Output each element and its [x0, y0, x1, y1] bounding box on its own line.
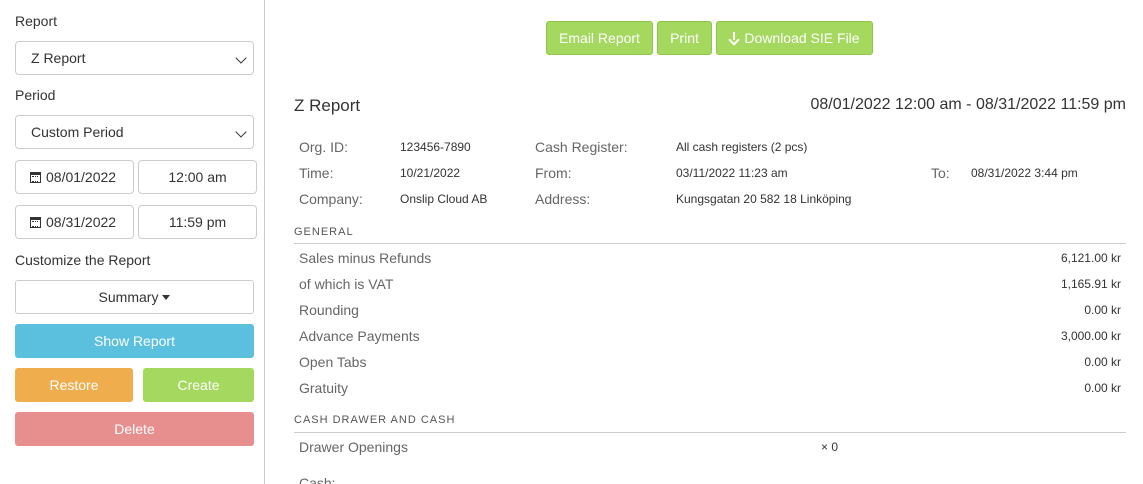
- report-select-value: Z Report: [31, 50, 86, 66]
- download-arrow-icon: [729, 32, 739, 44]
- report-label: Report: [15, 13, 58, 29]
- customize-label: Customize the Report: [15, 252, 151, 268]
- to-value: 08/31/2022 3:44 pm: [971, 166, 1078, 180]
- calendar-icon: [30, 172, 41, 183]
- summary-dropdown[interactable]: Summary: [15, 280, 254, 314]
- chevron-down-icon: [235, 52, 247, 64]
- row-value: 3,000.00 kr: [1060, 329, 1121, 343]
- to-label: To:: [931, 165, 950, 181]
- create-button[interactable]: Create: [143, 368, 254, 402]
- row-label: Sales minus Refunds: [299, 250, 432, 266]
- company-value: Onslip Cloud AB: [400, 192, 488, 206]
- from-date-value: 08/01/2022: [46, 169, 117, 185]
- from-time-input[interactable]: 12:00 am: [138, 160, 257, 194]
- row-value: 0.00 kr: [1084, 381, 1121, 395]
- email-report-button[interactable]: Email Report: [546, 21, 653, 55]
- row-value: 6,121.00 kr: [1060, 251, 1121, 265]
- row-label: Advance Payments: [299, 328, 420, 344]
- from-value: 03/11/2022 11:23 am: [676, 166, 788, 180]
- cash-divider: [294, 432, 1126, 433]
- org-id-label: Org. ID:: [299, 139, 349, 155]
- drawer-openings-value: × 0: [821, 440, 839, 454]
- report-date-range: 08/01/2022 12:00 am - 08/31/2022 11:59 p…: [810, 96, 1127, 113]
- show-report-button[interactable]: Show Report: [15, 324, 254, 358]
- from-date-input[interactable]: 08/01/2022: [15, 160, 134, 194]
- row-label: of which is VAT: [299, 276, 394, 292]
- to-date-input[interactable]: 08/31/2022: [15, 205, 134, 239]
- period-select-value: Custom Period: [31, 124, 124, 140]
- report-select[interactable]: Z Report: [15, 41, 254, 75]
- report-title: Z Report: [294, 96, 361, 115]
- general-divider: [294, 243, 1126, 244]
- sidebar: Report Z Report Period Custom Period 08/…: [0, 0, 265, 484]
- caret-down-icon: [162, 295, 171, 300]
- delete-button[interactable]: Delete: [15, 412, 254, 446]
- to-date-value: 08/31/2022: [46, 214, 117, 230]
- row-value: 0.00 kr: [1084, 303, 1121, 317]
- restore-button[interactable]: Restore: [15, 368, 133, 402]
- cash-heading: CASH DRAWER AND CASH: [294, 414, 456, 426]
- drawer-openings-label: Drawer Openings: [299, 439, 408, 455]
- general-heading: GENERAL: [294, 226, 354, 238]
- org-id-value: 123456-7890: [400, 140, 471, 154]
- time-value: 10/21/2022: [400, 166, 461, 180]
- download-sie-button[interactable]: Download SIE File: [716, 21, 873, 55]
- summary-label: Summary: [98, 289, 159, 305]
- calendar-icon: [30, 217, 41, 228]
- period-label: Period: [15, 87, 56, 103]
- address-value: Kungsgatan 20 582 18 Linköping: [676, 192, 852, 206]
- address-label: Address:: [535, 191, 591, 207]
- company-label: Company:: [299, 191, 363, 207]
- cash-label: Cash:: [299, 475, 336, 484]
- from-label: From:: [535, 165, 572, 181]
- chevron-down-icon: [235, 126, 247, 138]
- row-label: Gratuity: [299, 380, 349, 396]
- row-label: Rounding: [299, 302, 359, 318]
- row-value: 1,165.91 kr: [1060, 277, 1121, 291]
- row-label: Open Tabs: [299, 354, 367, 370]
- download-sie-label: Download SIE File: [744, 30, 860, 46]
- time-label: Time:: [299, 165, 334, 181]
- print-button[interactable]: Print: [657, 21, 712, 55]
- period-select[interactable]: Custom Period: [15, 115, 254, 149]
- to-time-input[interactable]: 11:59 pm: [138, 205, 257, 239]
- cash-register-label: Cash Register:: [535, 139, 628, 155]
- cash-register-value: All cash registers (2 pcs): [676, 140, 808, 154]
- row-value: 0.00 kr: [1084, 355, 1121, 369]
